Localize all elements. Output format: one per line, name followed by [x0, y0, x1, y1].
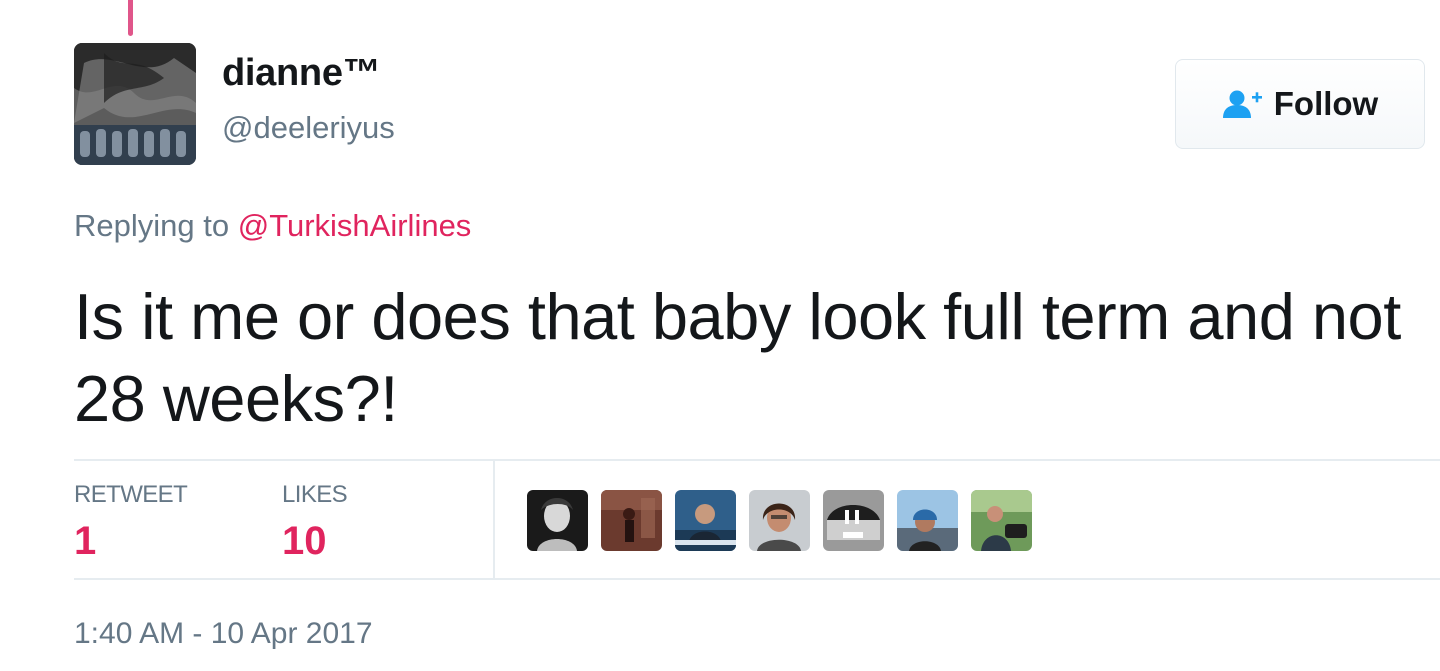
thread-connector-line [128, 0, 133, 36]
liker-avatar[interactable] [749, 490, 810, 551]
liker-avatar[interactable] [971, 490, 1032, 551]
reply-mention-link[interactable]: @TurkishAirlines [238, 208, 472, 243]
author-display-name[interactable]: dianne™ [222, 52, 381, 95]
retweet-stat[interactable]: RETWEET 1 [74, 481, 188, 564]
liker-avatar[interactable] [601, 490, 662, 551]
follow-person-plus-icon [1222, 89, 1264, 119]
tweet-text: Is it me or does that baby look full ter… [74, 280, 1401, 435]
likes-stat[interactable]: LIKES 10 [282, 481, 348, 564]
stats-divider-top [74, 459, 1440, 461]
author-avatar-image [74, 43, 196, 165]
retweet-stat-label: RETWEET [74, 481, 188, 508]
likes-count: 10 [282, 519, 327, 563]
liker-avatar[interactable] [823, 490, 884, 551]
liker-avatars [527, 490, 1032, 551]
author-screen-name[interactable]: @deeleriyus [222, 110, 395, 146]
author-avatar[interactable] [74, 43, 196, 165]
liker-avatar[interactable] [897, 490, 958, 551]
retweet-count: 1 [74, 519, 97, 563]
tweet-timestamp[interactable]: 1:40 AM - 10 Apr 2017 [74, 617, 373, 651]
follow-button[interactable]: Follow [1175, 59, 1425, 149]
tweet-permalink: dianne™ @deeleriyus Follow Replying to @… [0, 0, 1440, 671]
stats-divider-vertical [493, 461, 495, 578]
follow-button-label: Follow [1273, 85, 1379, 122]
likes-stat-label: LIKES [282, 481, 348, 508]
stats-divider-bottom [74, 578, 1440, 580]
reply-context: Replying to @TurkishAirlines [74, 208, 471, 244]
liker-avatar[interactable] [675, 490, 736, 551]
reply-context-prefix: Replying to [74, 208, 230, 243]
liker-avatar[interactable] [527, 490, 588, 551]
